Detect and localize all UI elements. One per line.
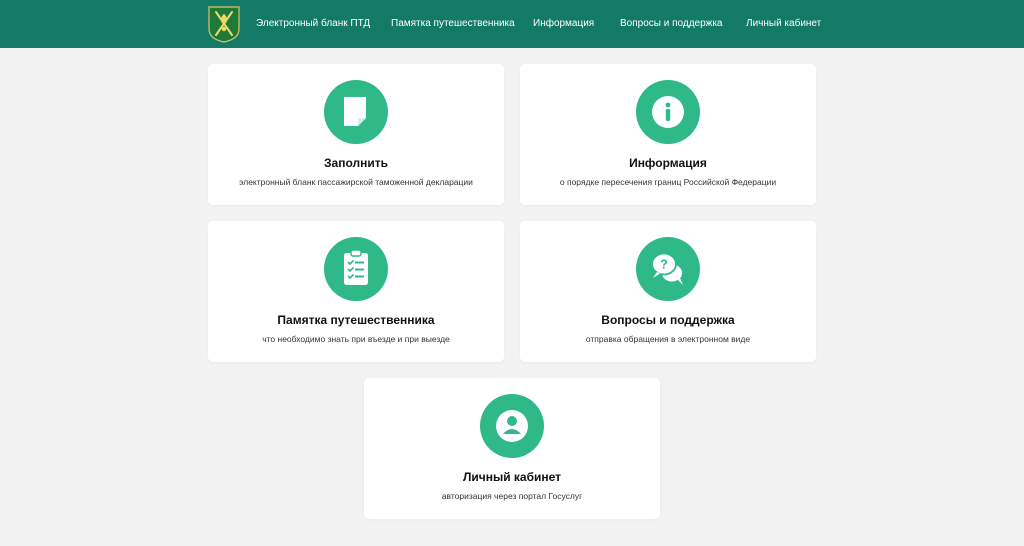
card-subtitle: о порядке пересечения границ Российской … (559, 177, 777, 187)
card-traveler-memo[interactable]: Памятка путешественника что необходимо з… (208, 221, 504, 362)
customs-emblem-logo[interactable] (207, 5, 241, 43)
nav-link-personal-account[interactable]: Личный кабинет (746, 17, 821, 31)
checklist-icon (324, 237, 388, 301)
card-fill-form[interactable]: Заполнить электронный бланк пассажирской… (208, 64, 504, 205)
card-subtitle: электронный бланк пассажирской таможенно… (239, 177, 473, 187)
card-title: Личный кабинет (462, 470, 562, 484)
card-support[interactable]: ? Вопросы и поддержка отправка обращения… (520, 221, 816, 362)
info-icon (636, 80, 700, 144)
nav-link-support[interactable]: Вопросы и поддержка (620, 17, 723, 31)
card-title: Информация (629, 156, 707, 170)
user-icon (480, 394, 544, 458)
question-chat-icon: ? (636, 237, 700, 301)
card-information[interactable]: Информация о порядке пересечения границ … (520, 64, 816, 205)
card-title: Вопросы и поддержка (601, 313, 735, 327)
card-personal-account[interactable]: Личный кабинет авторизация через портал … (364, 378, 660, 519)
nav-link-electronic-form[interactable]: Электронный бланк ПТД (256, 17, 370, 31)
card-title: Заполнить (324, 156, 388, 170)
top-navigation-bar: Электронный бланк ПТД Памятка путешестве… (0, 0, 1024, 48)
nav-link-information[interactable]: Информация (533, 17, 594, 31)
card-subtitle: что необходимо знать при въезде и при вы… (262, 334, 450, 344)
card-subtitle: авторизация через портал Госуслуг (441, 491, 583, 501)
card-title: Памятка путешественника (277, 313, 435, 327)
svg-text:?: ? (660, 257, 668, 272)
document-icon (324, 80, 388, 144)
nav-link-traveler-memo[interactable]: Памятка путешественника (391, 17, 515, 31)
card-subtitle: отправка обращения в электронном виде (585, 334, 751, 344)
